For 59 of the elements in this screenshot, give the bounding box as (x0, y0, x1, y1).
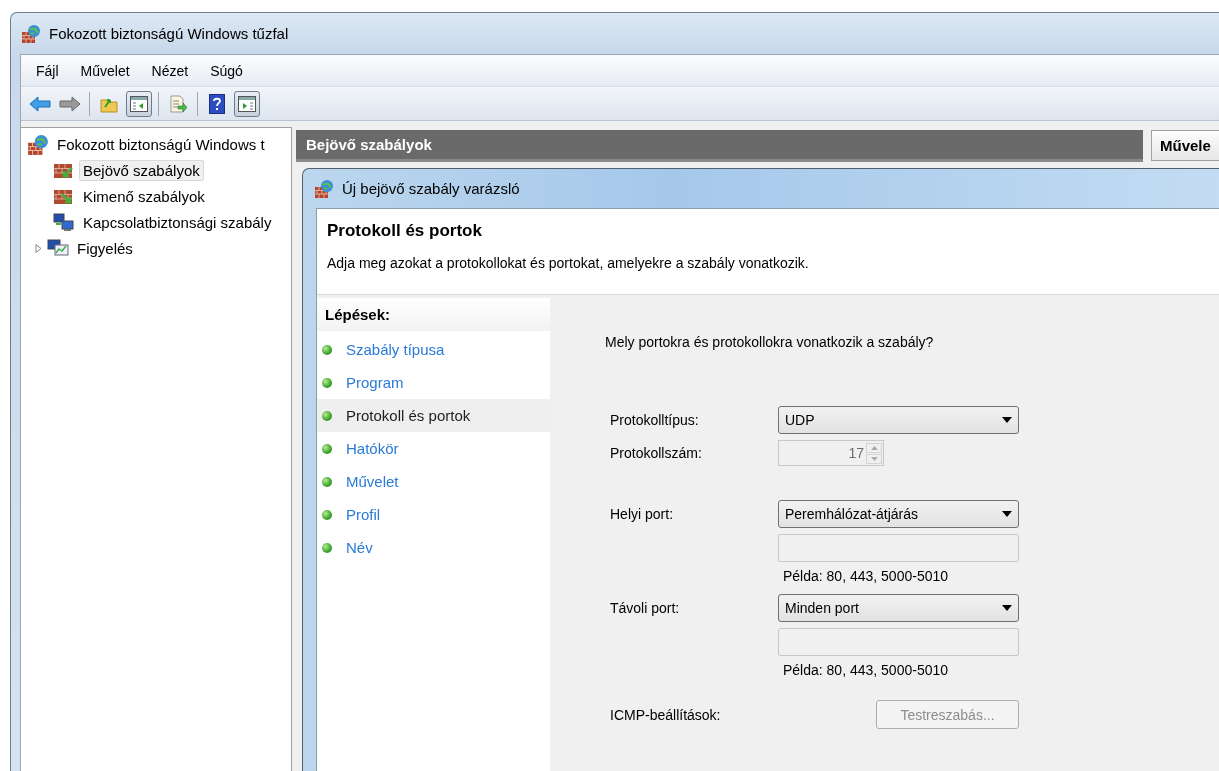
tree-item[interactable]: Kimenő szabályok (79, 186, 209, 207)
computers-icon (53, 212, 75, 233)
status-dot-icon (322, 476, 332, 487)
pane-left-icon (130, 95, 148, 112)
firewall-globe-icon (21, 23, 41, 44)
status-dot-icon (322, 443, 332, 454)
status-dot-icon (322, 410, 332, 421)
example-text: Példa: 80, 443, 5000-5010 (782, 662, 950, 678)
status-dot-icon (322, 377, 332, 388)
step-item[interactable]: Program (317, 366, 550, 399)
pane-right-icon (238, 95, 256, 112)
field-label: ICMP-beállítások: (610, 706, 722, 723)
pane-header: Bejövő szabályok (296, 130, 1143, 162)
down-caret-icon (870, 456, 878, 461)
up-caret-icon (870, 445, 878, 450)
export-list-icon (169, 94, 187, 113)
toolbar-button[interactable] (126, 90, 152, 117)
menu-item[interactable]: Művelet (71, 59, 139, 82)
monitor-chart-icon (47, 238, 69, 259)
firewall-globe-icon (27, 133, 49, 156)
step-item[interactable]: Szabály típusa (317, 333, 550, 366)
dropdown-caret-icon (1002, 511, 1012, 517)
menu-item[interactable]: Súgó (201, 59, 252, 82)
menu-item[interactable]: Nézet (142, 59, 198, 82)
expand-arrow-icon[interactable] (33, 244, 43, 253)
tree-item[interactable]: Fokozott biztonságú Windows t (53, 134, 269, 155)
tree-item[interactable]: Figyelés (73, 238, 137, 259)
field-label: Protokolltípus: (610, 412, 700, 428)
status-dot-icon (322, 509, 332, 520)
step-item[interactable]: Művelet (317, 465, 550, 498)
protocol-type-dropdown[interactable]: UDP (778, 406, 1019, 434)
port-dropdown[interactable]: Peremhálózat-átjárás (778, 500, 1019, 528)
back-arrow-icon (29, 95, 51, 112)
step-item[interactable]: Profil (317, 498, 550, 531)
example-text: Példa: 80, 443, 5000-5010 (782, 568, 950, 584)
firewall-globe-icon (314, 178, 334, 199)
forward-arrow-icon (59, 95, 81, 112)
field-label: Távoli port: (610, 600, 681, 616)
tree-item[interactable]: Bejövő szabályok (79, 160, 204, 181)
dropdown-caret-icon (1002, 417, 1012, 423)
wizard-title: Új bejövő szabály varázsló (342, 180, 520, 197)
dropdown-caret-icon (1002, 605, 1012, 611)
field-label: Helyi port: (610, 506, 675, 522)
field-label: Protokollszám: (610, 445, 703, 461)
step-item[interactable]: Protokoll és portok (317, 399, 550, 432)
tree-item[interactable]: Kapcsolatbiztonsági szabály (79, 212, 276, 233)
window-title: Fokozott biztonságú Windows tűzfal (49, 25, 289, 42)
step-item[interactable]: Hatókör (317, 432, 550, 465)
status-dot-icon (322, 344, 332, 355)
port-dropdown[interactable]: Minden port (778, 594, 1019, 622)
actions-header: Művele (1151, 130, 1219, 161)
menu-item[interactable]: Fájl (27, 59, 68, 82)
page-heading: Protokoll és portok (327, 221, 483, 241)
page-description: Adja meg azokat a protokollokat és portokat, amelyekre a szabály vonatkozik. (327, 255, 810, 271)
status-dot-icon (322, 542, 332, 553)
help-icon (209, 93, 225, 114)
question-text: Mely portokra és protokollokra vonatkozik a szabály? (605, 334, 935, 350)
step-item[interactable]: Név (317, 531, 550, 564)
toolbar-button[interactable] (234, 90, 260, 117)
